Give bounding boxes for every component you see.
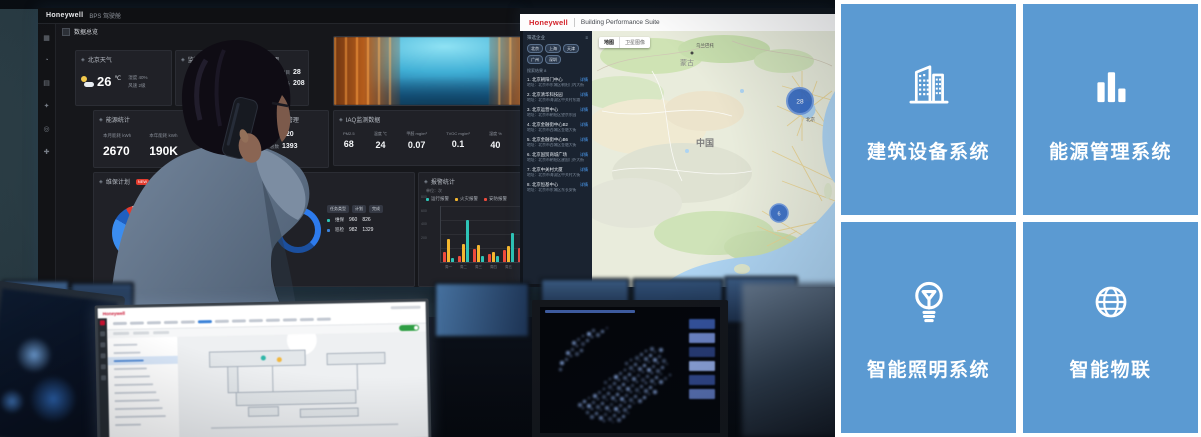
tile-label: 智能物联 bbox=[1069, 355, 1151, 382]
tile-energy-management[interactable]: 能源管理系统 bbox=[1023, 4, 1198, 215]
bar-chart-icon bbox=[1082, 55, 1140, 113]
feature-tiles: 建筑设备系统 能源管理系统 智能照明系统 bbox=[835, 0, 1201, 437]
analytics-monitor bbox=[532, 300, 728, 437]
floorplan-canvas bbox=[177, 332, 428, 437]
tile-smart-iot[interactable]: 智能物联 bbox=[1023, 222, 1198, 433]
page: Honeywell BPS 驾驶舱 ▦ ◔ ▤ ✦ ◎ ✚ 数据总览 ◈北京天气… bbox=[0, 0, 1201, 437]
user-menu-blob bbox=[391, 305, 421, 309]
tile-label: 能源管理系统 bbox=[1049, 137, 1172, 164]
lightbulb-icon bbox=[900, 273, 958, 331]
tile-smart-lighting[interactable]: 智能照明系统 bbox=[841, 222, 1016, 433]
config-app-screen: Honeywell bbox=[98, 302, 429, 437]
tile-label: 智能照明系统 bbox=[867, 355, 990, 382]
tree-panel bbox=[107, 337, 180, 437]
honeywell-logo: Honeywell bbox=[103, 310, 125, 315]
blurred-monitor bbox=[742, 283, 835, 437]
background-monitor bbox=[434, 282, 530, 338]
screen-title-blob bbox=[545, 310, 635, 313]
analytics-screen bbox=[540, 307, 720, 433]
dot-cluster bbox=[552, 321, 672, 425]
control-room-photo: Honeywell BPS 驾驶舱 ▦ ◔ ▤ ✦ ◎ ✚ 数据总览 ◈北京天气… bbox=[0, 0, 835, 437]
globe-icon bbox=[1082, 273, 1140, 331]
workstation-monitor: Honeywell bbox=[95, 299, 432, 437]
side-panel-blobs bbox=[689, 319, 715, 399]
tile-label: 建筑设备系统 bbox=[867, 137, 990, 164]
building-icon bbox=[900, 55, 958, 113]
tile-building-systems[interactable]: 建筑设备系统 bbox=[841, 4, 1016, 215]
toggle-switch bbox=[399, 325, 419, 331]
